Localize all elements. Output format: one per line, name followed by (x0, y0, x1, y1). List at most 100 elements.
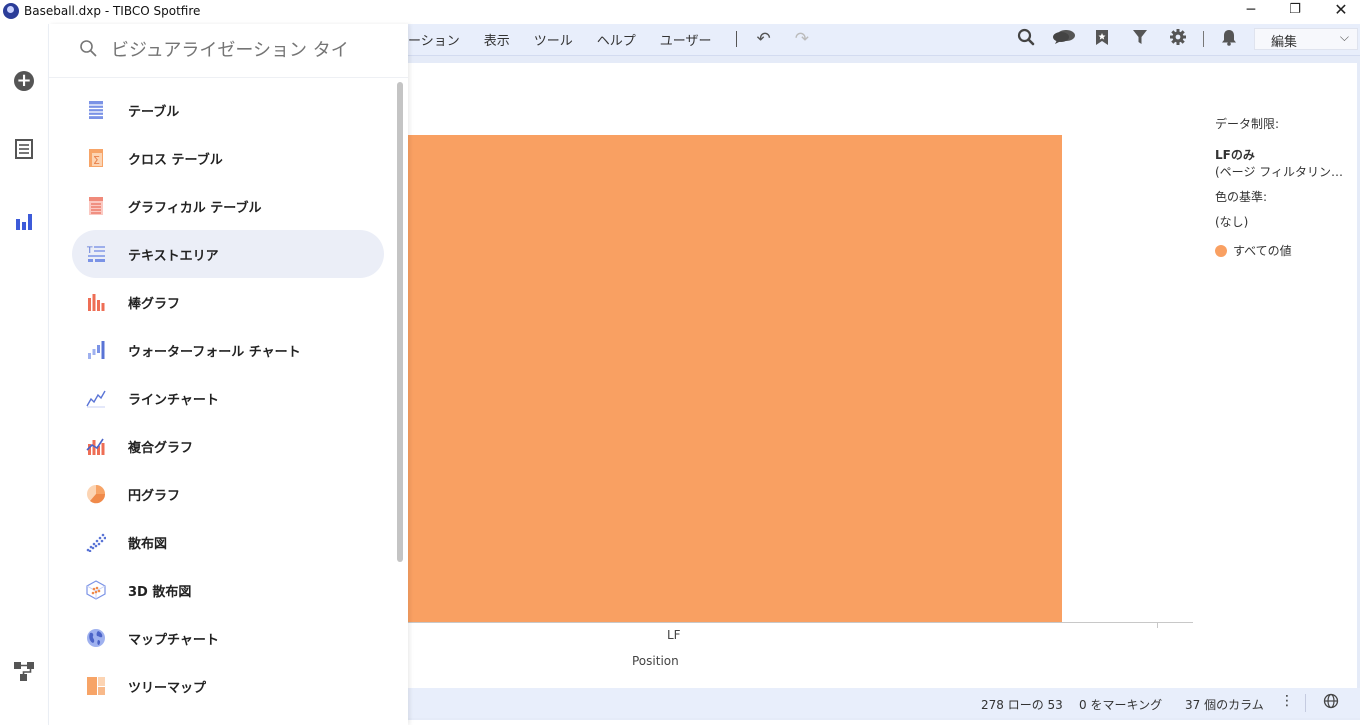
viz-item-pie-chart[interactable]: 円グラフ (72, 470, 384, 518)
svg-text:Σ: Σ (93, 154, 100, 167)
pie-chart-icon (87, 485, 106, 504)
graphical-table-icon (89, 197, 103, 215)
left-rail: + (0, 24, 49, 725)
data-table-icon[interactable] (12, 139, 36, 163)
cross-table-icon: Σ (89, 149, 103, 167)
table-icon (89, 101, 103, 119)
viz-item-treemap[interactable]: ツリーマップ (72, 662, 384, 710)
status-separator (1305, 694, 1306, 712)
notifications-icon[interactable] (1210, 29, 1248, 50)
comments-icon[interactable] (1045, 29, 1083, 49)
viz-item-bar-chart[interactable]: 棒グラフ (72, 278, 384, 326)
status-columns[interactable]: 37 個のカラム (1185, 696, 1264, 713)
close-button[interactable]: ✕ (1318, 0, 1360, 22)
mode-select[interactable]: 編集 ⌵ (1254, 28, 1358, 50)
viz-item-label: ラインチャート (128, 393, 219, 408)
legend-item[interactable]: すべての値 (1215, 242, 1355, 259)
legend-item-label: すべての値 (1233, 244, 1292, 258)
spotfire-window: Baseball.dxp - TIBCO Spotfire ─ ❐ ✕ ーション… (0, 0, 1360, 725)
legend-limit-note: (ページ フィルタリングは... (1215, 165, 1355, 179)
legend-limit-title: データ制限: (1215, 117, 1280, 131)
toolbar-separator (1203, 31, 1204, 47)
viz-item-label: 3D 散布図 (128, 585, 192, 600)
status-bar: 278 ローの 53 0 をマーキング 37 個のカラム ⋮ (407, 688, 1360, 718)
line-chart-icon (86, 390, 106, 408)
restore-button[interactable]: ❐ (1272, 0, 1318, 22)
viz-item-label: 円グラフ (128, 489, 181, 504)
title-bar: Baseball.dxp - TIBCO Spotfire ─ ❐ ✕ (0, 0, 1360, 24)
viz-item-cross-table[interactable]: Σ クロス テーブル (72, 134, 384, 182)
filter-icon[interactable] (1121, 29, 1159, 49)
chevron-down-icon: ⌵ (1339, 30, 1349, 44)
waterfall-chart-icon (88, 341, 105, 359)
x-tick-label: LF (667, 628, 681, 642)
main-menu: ーション 表示 ツール ヘルプ ユーザー ↶ ↷ (408, 24, 833, 54)
x-axis-tick (1157, 622, 1158, 628)
status-rows[interactable]: 278 ローの 53 (981, 696, 1063, 713)
redo-icon[interactable]: ↷ (795, 29, 809, 49)
minimize-button[interactable]: ─ (1228, 0, 1274, 22)
map-chart-icon (87, 629, 105, 647)
viz-item-line-chart[interactable]: ラインチャート (72, 374, 384, 422)
treemap-icon (87, 677, 105, 695)
viz-item-label: テーブル (128, 105, 180, 120)
visualizations-icon[interactable] (12, 211, 36, 235)
legend: データ制限: LFのみ (ページ フィルタリングは... 色の基準: (なし) … (1215, 115, 1355, 259)
3d-scatter-plot-icon (86, 580, 106, 600)
window-title: Baseball.dxp - TIBCO Spotfire (24, 4, 201, 18)
bar-chart-icon (88, 294, 105, 311)
bookmark-icon[interactable] (1083, 29, 1121, 50)
visualization-search (49, 24, 408, 78)
add-icon[interactable]: + (12, 67, 36, 91)
viz-item-combination-chart[interactable]: 複合グラフ (72, 422, 384, 470)
viz-item-label: 複合グラフ (128, 441, 194, 456)
menu-item-view[interactable]: 表示 (484, 30, 510, 49)
search-icon (80, 40, 97, 57)
menu-item-user[interactable]: ユーザー (660, 30, 712, 49)
chart-bar[interactable] (407, 135, 1062, 622)
viz-item-label: ツリーマップ (128, 681, 207, 696)
viz-item-label: 棒グラフ (128, 297, 181, 312)
settings-icon[interactable] (1159, 28, 1197, 50)
legend-limit-value: LFのみ (1215, 148, 1255, 162)
viz-item-label: 散布図 (128, 537, 168, 552)
menu-item-help[interactable]: ヘルプ (597, 30, 636, 49)
x-axis-title[interactable]: Position (632, 654, 679, 668)
combination-chart-icon (86, 438, 105, 455)
status-marked[interactable]: 0 をマーキング (1079, 696, 1162, 713)
data-canvas-icon[interactable] (12, 660, 36, 684)
globe-icon[interactable] (1323, 693, 1339, 713)
viz-item-label: マップチャート (128, 633, 219, 648)
menu-item-visualization[interactable]: ーション (408, 30, 460, 49)
viz-item-waterfall-chart[interactable]: ウォーターフォール チャート (72, 326, 384, 374)
visualization-search-input[interactable] (111, 36, 401, 64)
x-axis-line (407, 622, 1193, 623)
legend-colorby-value: (なし) (1215, 215, 1249, 229)
more-options-icon[interactable]: ⋮ (1280, 693, 1294, 709)
search-icon[interactable] (1007, 28, 1045, 50)
menu-separator (735, 31, 737, 47)
viz-item-graphical-table[interactable]: グラフィカル テーブル (72, 182, 384, 230)
svg-text:T: T (86, 246, 93, 256)
viz-item-label: ウォーターフォール チャート (128, 345, 301, 360)
viz-item-map-chart[interactable]: マップチャート (72, 614, 384, 662)
flyout-scrollbar[interactable] (397, 82, 403, 562)
viz-item-label: テキストエリア (128, 249, 219, 264)
undo-icon[interactable]: ↶ (757, 29, 771, 49)
viz-item-3d-scatter-plot[interactable]: 3D 散布図 (72, 566, 384, 614)
viz-item-label: グラフィカル テーブル (128, 201, 262, 216)
viz-item-scatter-plot[interactable]: 散布図 (72, 518, 384, 566)
menu-item-tools[interactable]: ツール (534, 30, 573, 49)
right-toolbar: 編集 ⌵ (1007, 24, 1360, 54)
legend-colorby-title: 色の基準: (1215, 190, 1268, 204)
visualization-flyout: テーブル Σ クロス テーブル グラフィカル テーブル T テキストエリア 棒グ… (49, 24, 408, 725)
viz-item-text-area[interactable]: T テキストエリア (72, 230, 384, 278)
viz-item-table[interactable]: テーブル (72, 86, 384, 134)
legend-swatch (1215, 244, 1227, 257)
bar-chart-visualization[interactable]: LF Position データ制限: LFのみ (ページ フィルタリングは...… (407, 63, 1357, 688)
scatter-plot-icon (86, 533, 106, 552)
text-area-icon: T (86, 246, 105, 262)
spotfire-logo-icon (3, 3, 19, 19)
viz-item-label: クロス テーブル (128, 153, 223, 168)
mode-select-value: 編集 (1271, 35, 1298, 50)
